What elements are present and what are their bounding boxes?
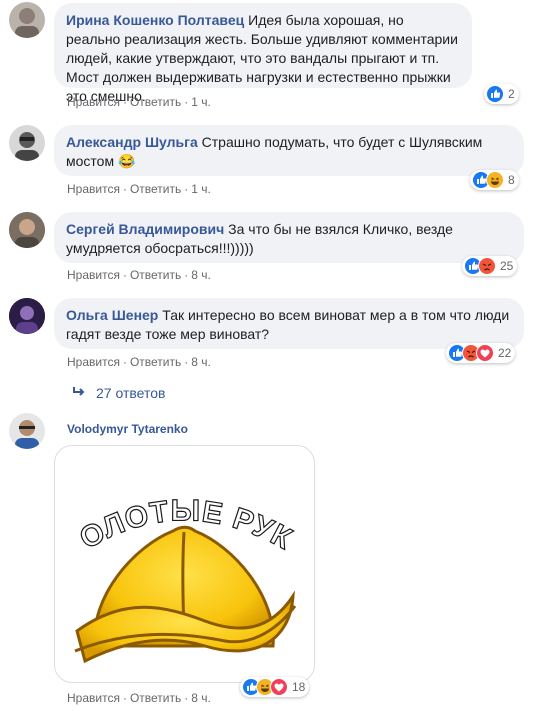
- reaction-count: 8: [508, 173, 515, 187]
- timestamp[interactable]: 8 ч.: [191, 691, 211, 705]
- love-icon: [270, 678, 288, 696]
- comment-actions: Нравится · Ответить · 1 ч.: [67, 182, 211, 196]
- timestamp[interactable]: 8 ч.: [191, 268, 211, 282]
- reply-link[interactable]: Ответить: [130, 95, 181, 109]
- reaction-summary[interactable]: 18: [240, 677, 310, 697]
- love-icon: [476, 344, 494, 362]
- reply-link[interactable]: Ответить: [130, 182, 181, 196]
- comment-actions: Нравится · Ответить · 1 ч.: [67, 95, 211, 109]
- avatar[interactable]: [9, 212, 45, 248]
- reaction-count: 18: [292, 680, 306, 694]
- like-icon: [486, 85, 504, 103]
- comment-author[interactable]: Volodymyr Tytarenko: [67, 422, 188, 436]
- avatar[interactable]: [9, 125, 45, 161]
- reply-link[interactable]: Ответить: [130, 268, 181, 282]
- comment-bubble: Ирина Кошенко Полтавец Идея была хорошая…: [54, 3, 472, 104]
- view-replies-link[interactable]: 27 ответов: [72, 385, 165, 401]
- timestamp[interactable]: 8 ч.: [191, 355, 211, 369]
- replies-count: 27 ответов: [96, 385, 166, 401]
- avatar[interactable]: [9, 298, 45, 334]
- reply-link[interactable]: Ответить: [130, 691, 181, 705]
- reaction-count: 2: [508, 87, 515, 101]
- reply-arrow-icon: [72, 385, 86, 401]
- reaction-summary[interactable]: 8: [470, 170, 519, 190]
- reaction-count: 22: [498, 346, 512, 360]
- laughing-emoji-icon: 😂: [117, 153, 136, 169]
- like-link[interactable]: Нравится: [67, 95, 120, 109]
- comment-author[interactable]: Александр Шульга: [66, 134, 198, 150]
- comment-author[interactable]: Ольга Шенер: [66, 307, 158, 323]
- comment-author[interactable]: Ирина Кошенко Полтавец: [66, 12, 244, 28]
- like-link[interactable]: Нравится: [67, 268, 120, 282]
- like-link[interactable]: Нравится: [67, 691, 120, 705]
- sticker-image[interactable]: ЗОЛОТЫЕ РУКИ: [54, 445, 315, 683]
- reaction-summary[interactable]: 22: [446, 343, 516, 363]
- reaction-summary[interactable]: 25: [462, 256, 518, 276]
- avatar[interactable]: [9, 2, 45, 38]
- comment-author[interactable]: Сергей Владимирович: [66, 221, 224, 237]
- comment-bubble: Сергей Владимирович За что бы не взялся …: [54, 212, 524, 263]
- comment-actions: Нравится · Ответить · 8 ч.: [67, 268, 211, 282]
- reaction-summary[interactable]: 2: [484, 84, 519, 104]
- haha-icon: [486, 171, 504, 189]
- timestamp[interactable]: 1 ч.: [191, 182, 211, 196]
- comment-bubble: Александр Шульга Страшно подумать, что б…: [54, 125, 524, 176]
- comment-actions: Нравится · Ответить · 8 ч.: [67, 691, 211, 705]
- angry-icon: [478, 257, 496, 275]
- reply-link[interactable]: Ответить: [130, 355, 181, 369]
- like-link[interactable]: Нравится: [67, 182, 120, 196]
- comment-actions: Нравится · Ответить · 8 ч.: [67, 355, 211, 369]
- reaction-count: 25: [500, 259, 514, 273]
- timestamp[interactable]: 1 ч.: [191, 95, 211, 109]
- avatar[interactable]: [9, 413, 45, 449]
- comment-bubble: Ольга Шенер Так интересно во всем винова…: [54, 298, 524, 349]
- like-link[interactable]: Нравится: [67, 355, 120, 369]
